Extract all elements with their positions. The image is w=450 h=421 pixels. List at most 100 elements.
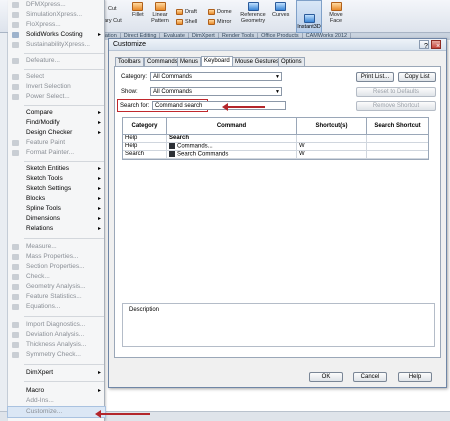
tab-mouse-gestures[interactable]: Mouse Gestures xyxy=(232,57,283,66)
menu-item-sketch-tools[interactable]: Sketch Tools ▸ xyxy=(8,174,105,184)
cell-search-shortcut[interactable] xyxy=(367,151,428,158)
cancel-button[interactable]: Cancel xyxy=(353,372,387,382)
search-input[interactable]: Command search xyxy=(152,101,286,110)
tab-commands[interactable]: Commands xyxy=(144,57,181,66)
customize-dialog: Customize ? × Toolbars Commands Menus Ke… xyxy=(108,38,447,388)
copy-list-button[interactable]: Copy List xyxy=(398,72,436,82)
show-dropdown[interactable]: All Commands ▼ xyxy=(150,87,282,96)
tab-keyboard[interactable]: Keyboard xyxy=(201,56,233,66)
search-label: Search for: xyxy=(120,103,150,109)
menu-item-macro[interactable]: Macro ▸ xyxy=(8,386,105,396)
ary-cut-tool[interactable]: ary Cut xyxy=(104,18,122,24)
fillet-tool[interactable]: Fillet xyxy=(132,2,144,18)
menu-item-dimxpert[interactable]: DimXpert ▸ xyxy=(8,368,105,378)
menu-item-dimensions[interactable]: Dimensions ▸ xyxy=(8,214,105,224)
column-header-search-shortcut[interactable]: Search Shortcut xyxy=(367,118,428,134)
menu-item-section-properties[interactable]: Section Properties... xyxy=(8,262,105,272)
cell-shortcut[interactable]: W xyxy=(297,143,367,150)
column-header-command[interactable]: Command xyxy=(167,118,297,134)
menu-item-check[interactable]: Check... xyxy=(8,272,105,282)
cell-shortcut[interactable] xyxy=(297,135,367,142)
menu-item-select[interactable]: Select xyxy=(8,72,105,82)
tab-options[interactable]: Options xyxy=(278,57,305,66)
mirror-tool[interactable]: Mirror xyxy=(208,19,231,25)
menu-item-find-modify[interactable]: Find/Modify ▸ xyxy=(8,118,105,128)
menu-item-sustainabilityxpress[interactable]: SustainabilityXpress... xyxy=(8,40,105,50)
instant3d-button[interactable]: Instant3D xyxy=(296,0,322,33)
menu-item-label: Relations xyxy=(26,225,54,232)
menu-item-add-ins[interactable]: Add-Ins... xyxy=(8,396,105,406)
menu-item-defeature[interactable]: Defeature... xyxy=(8,56,105,66)
menu-item-format-painter[interactable]: Format Painter... xyxy=(8,148,105,158)
menu-item-sketch-settings[interactable]: Sketch Settings ▸ xyxy=(8,184,105,194)
close-button[interactable]: × xyxy=(431,40,441,50)
menu-item-feature-statistics[interactable]: Feature Statistics... xyxy=(8,292,105,302)
tab-menus[interactable]: Menus xyxy=(177,57,202,66)
description-label: Description xyxy=(129,307,160,313)
menu-item-solidworks-costing[interactable]: SolidWorks Costing ▸ xyxy=(8,30,105,40)
menu-item-blocks[interactable]: Blocks ▸ xyxy=(8,194,105,204)
cell-search-shortcut[interactable] xyxy=(367,135,428,142)
menu-item-deviation-analysis[interactable]: Deviation Analysis... xyxy=(8,330,105,340)
menu-item-label: Import Diagnostics... xyxy=(26,321,86,328)
curves-icon xyxy=(275,2,287,11)
help-button[interactable]: Help xyxy=(398,372,432,382)
reset-to-defaults-button[interactable]: Reset to Defaults xyxy=(356,87,436,97)
cut-tool[interactable]: Cut xyxy=(108,6,117,12)
help-title-button[interactable]: ? xyxy=(419,40,429,50)
category-dropdown[interactable]: All Commands ▼ xyxy=(150,72,282,81)
menu-item-equations[interactable]: Equations... xyxy=(8,302,105,312)
menu-item-label: Sketch Entities xyxy=(26,165,69,172)
menu-item-label: Feature Paint xyxy=(26,139,66,146)
cell-search-shortcut[interactable] xyxy=(367,143,428,150)
menu-item-feature-paint[interactable]: Feature Paint xyxy=(8,138,105,148)
menu-item-geometry-analysis[interactable]: Geometry Analysis... xyxy=(8,282,105,292)
menu-item-import-diagnostics[interactable]: Import Diagnostics... xyxy=(8,320,105,330)
mirror-icon xyxy=(208,19,215,25)
menu-item-symmetry-check[interactable]: Symmetry Check... xyxy=(8,350,105,360)
table-row[interactable]: Search Search Commands W xyxy=(123,151,428,159)
menu-item-floxpress[interactable]: FloXpress... xyxy=(8,20,105,30)
shell-tool[interactable]: Shell xyxy=(176,19,197,25)
menu-item-sketch-entities[interactable]: Sketch Entities ▸ xyxy=(8,164,105,174)
reference-geometry-tool[interactable]: Reference Geometry xyxy=(238,2,268,24)
column-header-category[interactable]: Category xyxy=(123,118,167,134)
submenu-arrow-icon: ▸ xyxy=(97,110,101,116)
print-list-button[interactable]: Print List... xyxy=(356,72,394,82)
menu-item-label: Section Properties... xyxy=(26,263,85,270)
menu-item-dfmxpress[interactable]: DFMXpress... xyxy=(8,0,105,10)
cell-shortcut[interactable]: W xyxy=(297,151,367,158)
dialog-titlebar[interactable]: Customize ? × xyxy=(109,39,446,51)
import-diagnostics-icon xyxy=(12,322,19,328)
menu-item-compare[interactable]: Compare ▸ xyxy=(8,108,105,118)
menu-item-spline-tools[interactable]: Spline Tools ▸ xyxy=(8,204,105,214)
menu-item-thickness-analysis[interactable]: Thickness Analysis... xyxy=(8,340,105,350)
menu-item-label: Add-Ins... xyxy=(26,397,54,404)
tab-label: Toolbars xyxy=(118,59,141,65)
instant3d-label: Instant3D xyxy=(297,24,321,30)
menu-item-measure[interactable]: Measure... xyxy=(8,242,105,252)
remove-shortcut-button[interactable]: Remove Shortcut xyxy=(356,101,436,111)
linear-pattern-tool[interactable]: Linear Pattern xyxy=(150,2,170,24)
column-header-shortcuts[interactable]: Shortcut(s) xyxy=(297,118,367,134)
menu-item-relations[interactable]: Relations ▸ xyxy=(8,224,105,234)
menu-item-invert-selection[interactable]: Invert Selection xyxy=(8,82,105,92)
table-row[interactable]: Help Search xyxy=(123,135,428,143)
move-face-tool[interactable]: Move Face xyxy=(326,2,346,24)
tab-label: Keyboard xyxy=(204,58,230,64)
menu-item-simulationxpress[interactable]: SimulationXpress... xyxy=(8,10,105,20)
tab-toolbars[interactable]: Toolbars xyxy=(115,57,144,66)
ok-button[interactable]: OK xyxy=(309,372,343,382)
shell-label: Shell xyxy=(185,19,198,25)
menu-item-design-checker[interactable]: Design Checker ▸ xyxy=(8,128,105,138)
sustainability-icon xyxy=(12,42,19,48)
dome-tool[interactable]: Dome xyxy=(208,9,232,15)
description-box: Description xyxy=(122,303,435,347)
curves-tool[interactable]: Curves xyxy=(272,2,289,18)
draft-tool[interactable]: Draft xyxy=(176,9,197,15)
menu-item-customize[interactable]: Customize... xyxy=(7,406,106,418)
table-row[interactable]: Help Commands... W xyxy=(123,143,428,151)
menu-item-power-select[interactable]: Power Select... xyxy=(8,92,105,102)
category-label: Category: xyxy=(121,74,148,80)
menu-item-mass-properties[interactable]: Mass Properties... xyxy=(8,252,105,262)
